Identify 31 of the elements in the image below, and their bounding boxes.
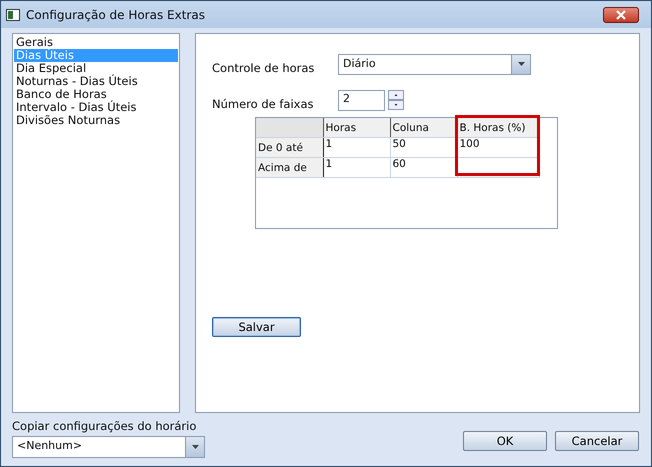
table-cell[interactable]: 50: [390, 138, 457, 158]
field-label: Controle de horas: [212, 61, 316, 75]
close-button[interactable]: [603, 6, 639, 22]
caret-icon: [518, 62, 524, 66]
column-header: Horas: [323, 118, 390, 138]
hours-control-dropdown[interactable]: Diário: [338, 54, 531, 74]
column-header: B. Horas (%): [457, 118, 539, 138]
section-list-item[interactable]: Intervalo - Dias Úteis: [14, 101, 178, 114]
dialog-button[interactable]: Cancelar: [555, 431, 639, 451]
section-list-item[interactable]: Gerais: [14, 36, 178, 49]
window-title: Configuração de Horas Extras: [26, 8, 206, 22]
field-label: Número de faixas: [212, 97, 315, 111]
dialog-button[interactable]: OK: [463, 431, 547, 451]
section-list-item[interactable]: Divisões Noturnas: [14, 114, 178, 127]
section-list-item[interactable]: Banco de Horas: [14, 88, 178, 101]
section-list-item[interactable]: Dia Especial: [14, 62, 178, 75]
close-icon: [615, 10, 627, 20]
number-field[interactable]: 2: [338, 90, 385, 110]
row-header: De 0 até: [256, 138, 323, 158]
table-cell[interactable]: 1: [323, 158, 390, 178]
window-icon: [6, 8, 20, 20]
table-cell[interactable]: 1: [323, 138, 390, 158]
table-cell[interactable]: 60: [390, 158, 457, 178]
copy-settings-label: Copiar configurações do horário: [12, 419, 198, 433]
table-cell[interactable]: 100: [457, 138, 539, 158]
section-list-item[interactable]: Noturnas - Dias Úteis: [14, 75, 178, 88]
schedule-dropdown[interactable]: <Nenhum>: [12, 436, 205, 458]
save-button[interactable]: Salvar: [212, 317, 301, 337]
row-header: Acima de: [256, 158, 323, 178]
column-header: Coluna: [390, 118, 457, 138]
caret-icon: [192, 445, 198, 449]
